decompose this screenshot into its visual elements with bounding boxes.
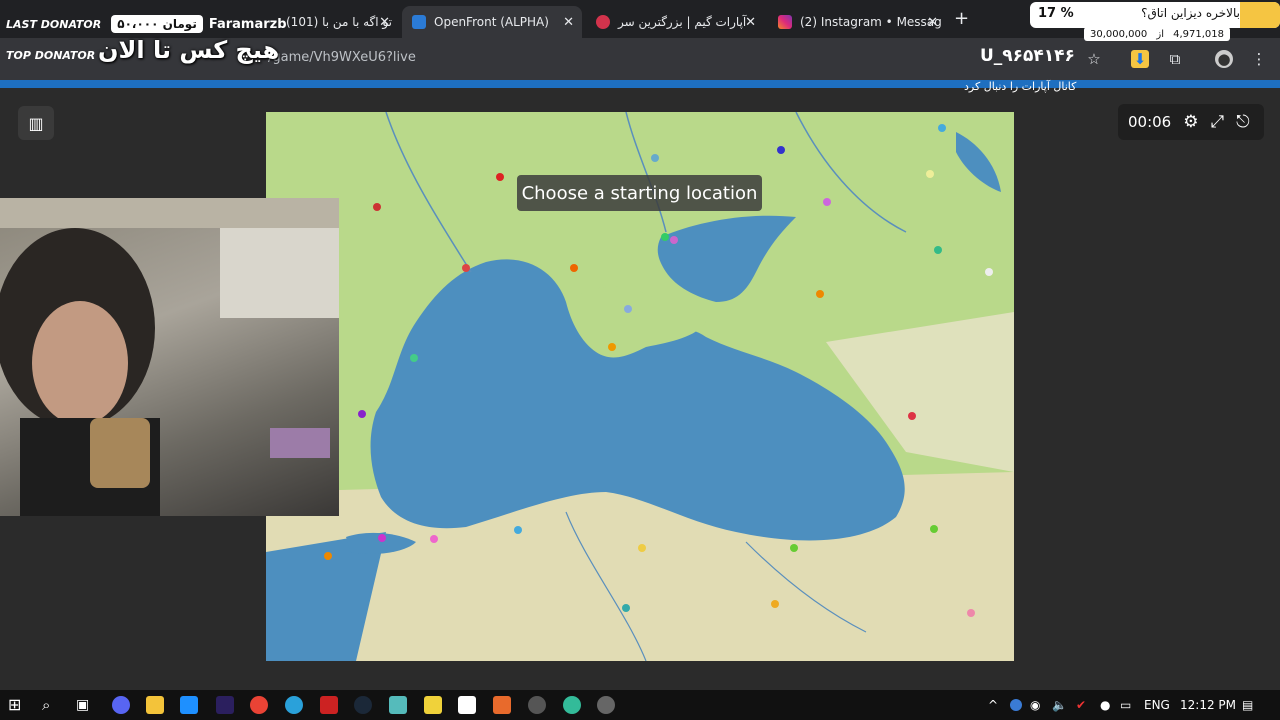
task-view-icon[interactable]: ▣	[76, 696, 94, 714]
tray-steam-icon[interactable]: ◉	[1030, 698, 1040, 712]
tab-label: آپارات گیم | بزرگترین سر	[618, 15, 747, 29]
vegas-icon[interactable]	[180, 696, 198, 714]
download-icon[interactable]: ⬇	[1131, 50, 1149, 68]
openfront-favicon-icon	[412, 15, 426, 29]
close-icon[interactable]: ✕	[379, 15, 390, 30]
tray-chevron-icon[interactable]: ^	[988, 698, 998, 712]
app-icon[interactable]	[458, 696, 476, 714]
leaderboard-button[interactable]: ▥	[18, 106, 54, 140]
url-field[interactable]: /game/Vh9WXeU6?live	[268, 50, 416, 65]
last-donator-label: LAST DONATOR	[6, 17, 102, 31]
avatar[interactable]: ●	[1215, 50, 1233, 68]
tab-aparat-video[interactable]: (101) تو اگه با من با ✕	[276, 6, 398, 38]
last-donator-row: LAST DONATOR ۵۰،۰۰۰ تومان Faramarzb	[0, 11, 287, 37]
game-timer: 00:06	[1128, 113, 1172, 131]
premiere-icon[interactable]	[216, 696, 234, 714]
tab-label: OpenFront (ALPHA)	[434, 15, 549, 29]
chrome-icon[interactable]	[250, 696, 268, 714]
donation-goal: 17 % بالاخره دیزاین اتاق؟	[1030, 2, 1280, 28]
tab-openfront[interactable]: OpenFront (ALPHA) ✕	[402, 6, 582, 38]
goal-accent	[1240, 2, 1280, 28]
discord-icon[interactable]	[112, 696, 130, 714]
tab-instagram[interactable]: (2) Instagram • Messag ✕	[768, 6, 946, 38]
page-accent-bar	[0, 80, 1280, 88]
network-icon[interactable]: ▭	[1120, 698, 1131, 712]
microphone-icon[interactable]: ●	[1100, 698, 1110, 712]
fullscreen-icon[interactable]: ⤢	[1210, 112, 1224, 132]
goal-progress-text: 30,000,000 از 4,971,018	[1084, 27, 1230, 41]
close-icon[interactable]: ✕	[745, 15, 756, 30]
new-tab-button[interactable]: +	[954, 8, 969, 29]
app-icon[interactable]	[597, 696, 615, 714]
aparat-favicon-icon	[596, 15, 610, 29]
telegram-icon[interactable]	[285, 696, 303, 714]
game-icon[interactable]	[320, 696, 338, 714]
file-explorer-icon[interactable]	[146, 696, 164, 714]
extensions-icon[interactable]: ⧉	[1166, 50, 1184, 68]
volume-icon[interactable]: 🔈	[1052, 698, 1067, 712]
bar-chart-icon: ▥	[28, 113, 44, 133]
steam-icon[interactable]	[354, 696, 372, 714]
star-icon[interactable]: ☆	[1085, 50, 1103, 68]
close-icon[interactable]: ✕	[927, 15, 938, 30]
goal-percent: 17 %	[1038, 6, 1074, 21]
profile-label: U_۹۶۵۴۱۴۶	[980, 46, 1075, 66]
settings-gear-icon[interactable]: ⚙	[1183, 112, 1198, 132]
webcam-feed	[0, 198, 339, 516]
windows-start-icon[interactable]: ⊞	[8, 696, 26, 714]
game-controls-panel: 00:06 ⚙ ⤢ ⎋	[1118, 104, 1264, 140]
goal-target: 30,000,000	[1090, 28, 1148, 40]
top-donator-row: TOP DONATOR	[0, 42, 101, 68]
app-icon[interactable]	[389, 696, 407, 714]
tab-label: (101) تو اگه با من با	[286, 15, 392, 29]
notifications-icon[interactable]: ▤	[1242, 698, 1253, 712]
top-donator-text: هیچ کس تا الان	[98, 36, 280, 64]
language-indicator[interactable]: ENG	[1144, 698, 1170, 712]
tray-app-icon[interactable]: ✔	[1076, 698, 1086, 712]
instagram-favicon-icon	[778, 15, 792, 29]
app-icon[interactable]	[493, 696, 511, 714]
tab-aparat-game[interactable]: آپارات گیم | بزرگترین سر ✕	[586, 6, 764, 38]
search-icon[interactable]: ⌕	[42, 696, 60, 714]
goal-from: از	[1156, 28, 1164, 40]
goal-current: 4,971,018	[1173, 28, 1224, 40]
goal-title: بالاخره دیزاین اتاق؟	[1141, 6, 1240, 20]
menu-icon[interactable]: ⋮	[1250, 50, 1268, 68]
tab-label: (2) Instagram • Messag	[800, 15, 942, 29]
last-donator-amount: ۵۰،۰۰۰ تومان	[111, 15, 203, 33]
close-icon[interactable]: ✕	[563, 15, 574, 30]
last-donator-name: Faramarzb	[208, 16, 287, 32]
app-icon[interactable]	[563, 696, 581, 714]
streamer-image	[0, 198, 339, 516]
follow-notice: کانال آپارات را دنبال کرد	[964, 80, 1077, 93]
choose-location-banner: Choose a starting location	[517, 175, 762, 211]
obs-icon[interactable]	[528, 696, 546, 714]
top-donator-label: TOP DONATOR	[6, 48, 96, 62]
notes-icon[interactable]	[424, 696, 442, 714]
tray-app-icon[interactable]	[1010, 699, 1022, 711]
clock[interactable]: 12:12 PM	[1180, 698, 1236, 712]
exit-game-icon[interactable]: ⎋	[1236, 112, 1249, 132]
